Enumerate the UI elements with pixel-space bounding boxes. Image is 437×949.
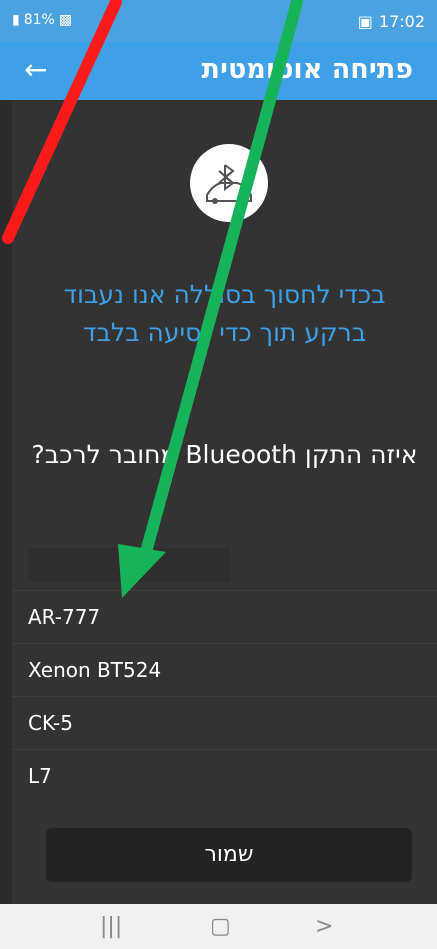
bluetooth-car-icon (190, 144, 268, 222)
page-title: פתיחה אוטומטית (201, 54, 413, 85)
status-bar: ▮ 81% ▩ ▣ 17:02 (0, 0, 437, 42)
device-item-2[interactable]: CK-5 (12, 696, 437, 749)
battery-level: 81% (23, 12, 55, 28)
save-button[interactable]: שמור (46, 828, 412, 882)
signal-icon: ▩ (58, 12, 73, 28)
status-left: ▮ 81% ▩ (12, 12, 72, 28)
back-nav-icon[interactable]: > (315, 914, 333, 939)
status-right: ▣ 17:02 (358, 12, 425, 31)
battery-note-line2: ברקע תוך כדי נסיעה בלבד (82, 318, 367, 347)
system-nav-bar: ||| ▢ > (0, 904, 437, 949)
list-header-placeholder (28, 548, 230, 582)
device-question: איזה התקן Blueooth מחובר לרכב? (31, 440, 418, 469)
device-item-3[interactable]: L7 (12, 749, 437, 802)
home-icon[interactable]: ▢ (210, 914, 231, 939)
device-item-0[interactable]: AR-777 (12, 590, 437, 643)
battery-icon: ▮ (12, 12, 20, 28)
main-content: בכדי לחסוך בסוללה אנו נעבוד ברקע תוך כדי… (12, 100, 437, 904)
battery-note-line1: בכדי לחסוך בסוללה אנו נעבוד (63, 280, 386, 309)
device-item-1[interactable]: Xenon BT524 (12, 643, 437, 696)
notification-icon: ▣ (357, 12, 373, 31)
back-button[interactable]: ← (24, 56, 47, 84)
device-list: AR-777 Xenon BT524 CK-5 L7 (12, 590, 437, 802)
app-bar: ← פתיחה אוטומטית (0, 42, 437, 100)
car-bluetooth-icon (206, 164, 252, 204)
recent-apps-icon[interactable]: ||| (100, 914, 122, 939)
clock: 17:02 (378, 12, 425, 31)
